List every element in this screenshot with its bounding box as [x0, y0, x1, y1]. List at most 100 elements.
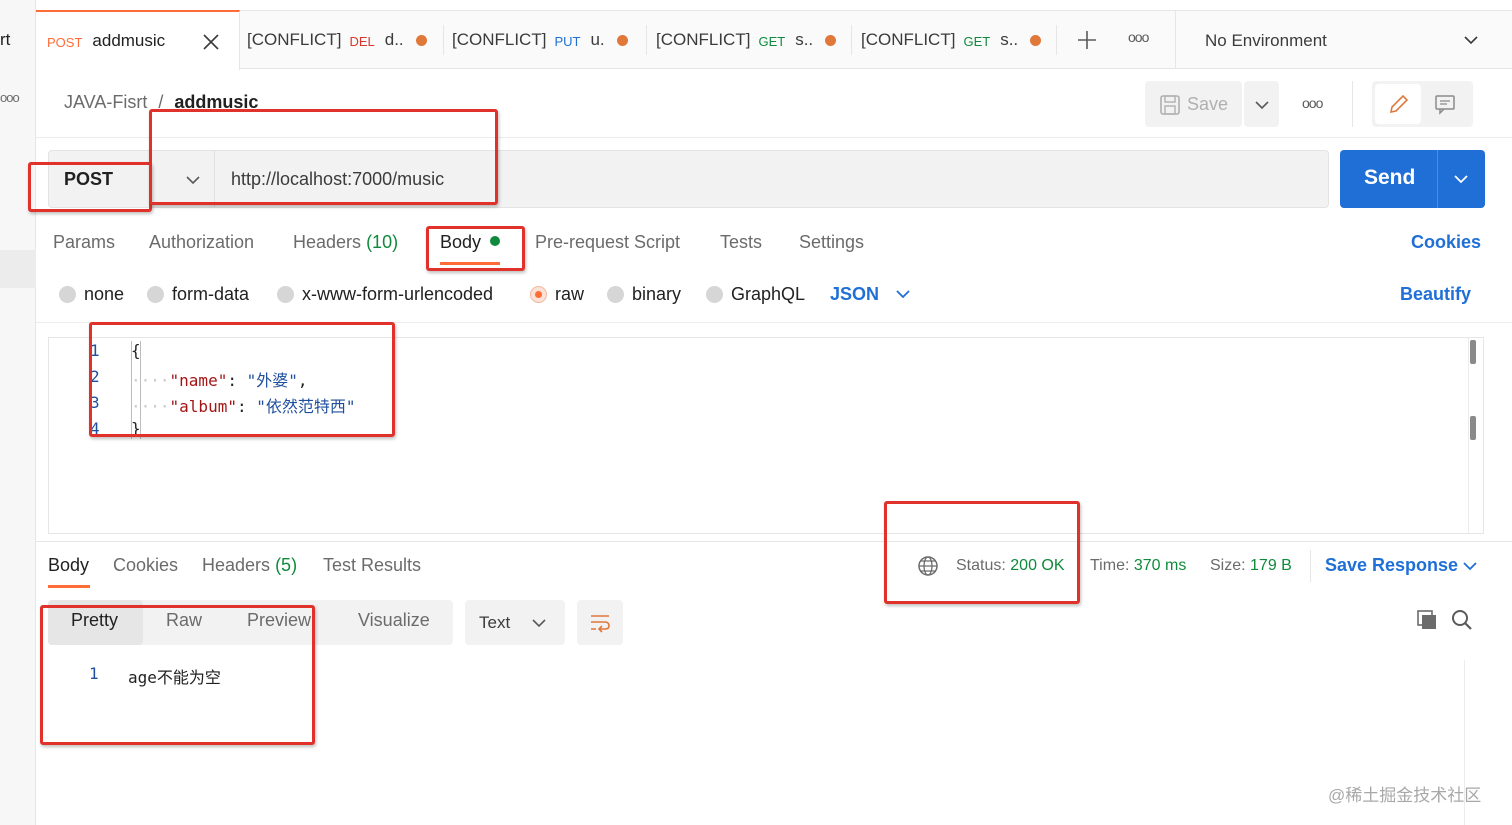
sidebar-strip: rt ooo — [0, 0, 36, 825]
time-label: Time: — [1090, 557, 1130, 574]
tab-prerequest-script[interactable]: Pre-request Script — [535, 232, 680, 253]
chevron-down-icon — [1255, 101, 1269, 110]
wrap-lines-button[interactable] — [577, 600, 623, 645]
response-tab-cookies[interactable]: Cookies — [113, 555, 178, 576]
cookies-link[interactable]: Cookies — [1411, 232, 1481, 253]
chevron-down-icon[interactable] — [895, 288, 911, 300]
send-button[interactable]: Send — [1340, 150, 1485, 208]
tab-headers[interactable]: Headers (10) — [293, 232, 398, 253]
response-size: Size: 179 B — [1210, 557, 1292, 575]
tab-method: DEL — [349, 33, 375, 49]
annotation-box-method — [28, 162, 152, 212]
chevron-down-icon[interactable] — [1453, 173, 1469, 185]
edit-mode-button[interactable] — [1375, 84, 1421, 124]
radio-icon — [277, 286, 294, 303]
radio-graphql[interactable]: GraphQL — [706, 284, 805, 305]
tab-conflict-get-1[interactable]: [CONFLICT] GET s.. — [656, 11, 837, 69]
save-button[interactable]: Save — [1145, 81, 1242, 127]
tab-method: GET — [758, 33, 786, 49]
radio-icon — [147, 286, 164, 303]
tab-title: s.. — [1000, 30, 1019, 49]
annotation-box-response — [40, 605, 315, 745]
radio-none[interactable]: none — [59, 284, 124, 305]
body-format-select[interactable]: JSON — [830, 284, 879, 305]
radio-form-data[interactable]: form-data — [147, 284, 249, 305]
chevron-down-icon — [532, 619, 546, 628]
search-icon[interactable] — [1451, 609, 1473, 631]
save-response-button[interactable]: Save Response — [1325, 555, 1458, 576]
tab-addmusic[interactable]: POST addmusic — [36, 10, 240, 70]
response-time: Time: 370 ms — [1090, 557, 1186, 575]
tab-conflict-put[interactable]: [CONFLICT] PUT u. — [452, 11, 628, 69]
tab-headers-label: Headers — [293, 232, 362, 252]
comment-icon[interactable] — [1434, 93, 1456, 115]
radio-binary[interactable]: binary — [607, 284, 681, 305]
radio-raw[interactable]: raw — [530, 284, 584, 305]
radio-urlencoded[interactable]: x-www-form-urlencoded — [277, 284, 493, 305]
tab-prefix: [CONFLICT] — [656, 30, 751, 49]
save-label: Save — [1187, 94, 1229, 114]
breadcrumb-collection[interactable]: JAVA-Fisrt — [64, 92, 147, 112]
copy-icon[interactable] — [1416, 609, 1438, 631]
view-visualize-button[interactable]: Visualize — [358, 610, 430, 631]
radio-label: GraphQL — [731, 284, 806, 304]
annotation-box-url — [149, 109, 498, 205]
tab-conflict-get-2[interactable]: [CONFLICT] GET s.. — [861, 11, 1042, 69]
radio-icon — [706, 286, 723, 303]
unsaved-dot-icon — [616, 34, 628, 46]
sidebar-more-icon[interactable]: ooo — [0, 90, 20, 105]
headers-count: (10) — [366, 232, 399, 252]
tab-more-icon[interactable]: ooo — [1128, 29, 1149, 45]
tab-conflict-del[interactable]: [CONFLICT] DEL d.. — [247, 11, 427, 69]
wrap-lines-icon — [591, 615, 610, 633]
response-tab-body[interactable]: Body — [48, 555, 89, 576]
annotation-box-status — [884, 501, 1080, 604]
tab-title: s.. — [795, 30, 814, 49]
tab-prefix: [CONFLICT] — [861, 30, 956, 49]
tab-tests[interactable]: Tests — [720, 232, 762, 253]
radio-label: form-data — [172, 284, 250, 304]
radio-icon — [607, 286, 624, 303]
tab-title: addmusic — [92, 31, 166, 50]
unsaved-dot-icon — [825, 34, 837, 46]
tab-method: GET — [963, 33, 991, 49]
radio-label: binary — [632, 284, 682, 304]
radio-label: raw — [555, 284, 585, 304]
watermark: @稀土掘金技术社区 — [1328, 786, 1482, 805]
editor-scrollbar-thumb[interactable] — [1470, 340, 1476, 364]
response-tab-test-results[interactable]: Test Results — [323, 555, 421, 576]
response-headers-label: Headers — [202, 555, 271, 575]
environment-select[interactable]: No Environment — [1205, 31, 1327, 51]
tab-method: POST — [47, 34, 83, 50]
beautify-link[interactable]: Beautify — [1400, 284, 1471, 305]
response-headers-count: (5) — [275, 555, 298, 575]
response-tab-headers[interactable]: Headers (5) — [202, 555, 297, 576]
chevron-down-icon[interactable] — [1462, 560, 1478, 572]
tab-settings[interactable]: Settings — [799, 232, 864, 253]
request-tab-bar: POST addmusic [CONFLICT] DEL d.. [CONFLI… — [36, 10, 1512, 70]
unsaved-dot-icon — [415, 34, 427, 46]
tab-title: d.. — [384, 30, 404, 49]
active-tab-underline — [48, 585, 90, 588]
tab-title: u. — [590, 30, 605, 49]
tab-prefix: [CONFLICT] — [247, 30, 342, 49]
request-more-icon[interactable]: ooo — [1302, 95, 1323, 111]
radio-icon — [59, 286, 76, 303]
radio-label: x-www-form-urlencoded — [302, 284, 494, 304]
tab-authorization[interactable]: Authorization — [149, 232, 254, 253]
response-format-select[interactable]: Text — [465, 600, 565, 645]
right-panel-toggle — [1372, 81, 1473, 127]
tab-params[interactable]: Params — [53, 232, 115, 253]
unsaved-dot-icon — [1030, 34, 1042, 46]
tab-prefix: [CONFLICT] — [452, 30, 547, 49]
pencil-icon — [1389, 94, 1409, 114]
editor-scrollbar-thumb[interactable] — [1470, 416, 1476, 440]
new-tab-plus-icon[interactable] — [1077, 30, 1097, 50]
sidebar-label[interactable]: rt — [0, 30, 10, 50]
chevron-down-icon[interactable] — [1463, 34, 1479, 46]
sidebar-selected-item[interactable] — [0, 250, 36, 288]
save-options-button[interactable] — [1244, 81, 1279, 127]
time-value: 370 ms — [1133, 557, 1187, 574]
close-icon[interactable] — [202, 33, 220, 51]
tab-method: PUT — [554, 33, 581, 49]
